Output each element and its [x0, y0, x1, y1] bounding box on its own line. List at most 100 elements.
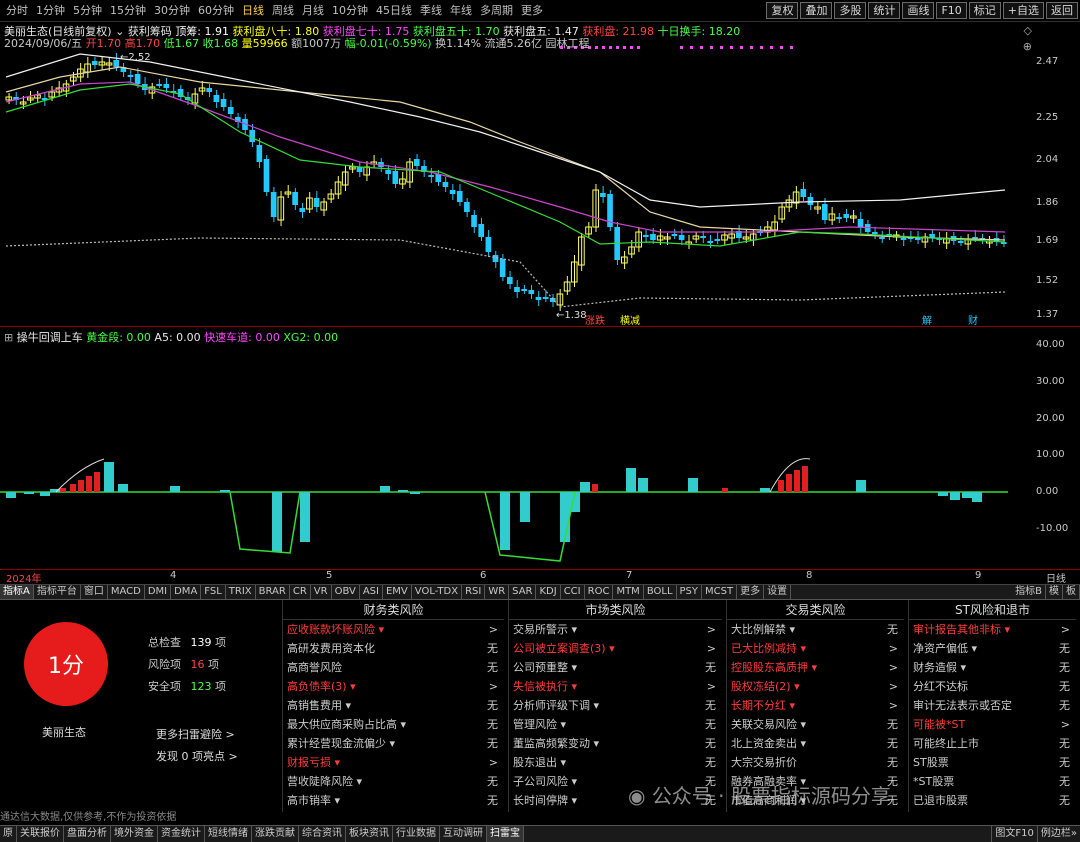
indicator-tab-9[interactable]: CR: [290, 585, 311, 599]
risk-item[interactable]: 累计经营现金流偏少 ▾ 无: [283, 734, 504, 753]
indicator-tab-right-0[interactable]: 指标B: [1012, 585, 1046, 599]
risk-item[interactable]: 大比例解禁 ▾ 无: [727, 620, 904, 639]
bottom-right-tab-0[interactable]: 图文F10: [991, 826, 1036, 842]
period-tab-14[interactable]: 更多: [517, 3, 547, 19]
event-tag[interactable]: 涨跌: [585, 314, 605, 327]
indicator-tab-20[interactable]: ROC: [585, 585, 614, 599]
tool-button-5[interactable]: F10: [936, 2, 967, 19]
bottom-tab-4[interactable]: 资金统计: [158, 826, 205, 842]
risk-item[interactable]: 净资产偏低 ▾ 无: [909, 639, 1076, 658]
indicator-tab-17[interactable]: SAR: [509, 585, 537, 599]
bottom-tab-9[interactable]: 行业数据: [393, 826, 440, 842]
risk-item[interactable]: 高负债率(3) ▾ >: [283, 677, 504, 696]
indicator-icon[interactable]: ⊞: [4, 331, 13, 344]
period-tab-7[interactable]: 周线: [268, 3, 298, 19]
indicator-tab-15[interactable]: RSI: [462, 585, 486, 599]
period-tab-9[interactable]: 10分钟: [328, 3, 372, 19]
risk-item[interactable]: 已大比例减持 ▾ >: [727, 639, 904, 658]
period-tab-0[interactable]: 分时: [2, 3, 32, 19]
highlights-link[interactable]: 发现 0 项亮点 >: [156, 748, 238, 764]
indicator-tab-6[interactable]: FSL: [201, 585, 226, 599]
risk-item[interactable]: ST股票 无: [909, 753, 1076, 772]
indicator-tab-16[interactable]: WR: [485, 585, 510, 599]
indicator-tab-right-2[interactable]: 板: [1063, 585, 1080, 599]
tool-button-0[interactable]: 复权: [766, 2, 799, 19]
risk-item[interactable]: 分红不达标 无: [909, 677, 1076, 696]
risk-item[interactable]: *ST股票 无: [909, 772, 1076, 791]
indicator-tab-24[interactable]: MCST: [702, 585, 738, 599]
kline-panel[interactable]: ←2.52 ←1.38 涨跌 横减解财 美丽生态(日线前复权) ⌄ 获利筹码 顶筹: …: [0, 22, 1080, 327]
tool-button-8[interactable]: 返回: [1046, 2, 1078, 19]
indicator-tab-25[interactable]: 更多: [737, 585, 765, 599]
bottom-tab-6[interactable]: 涨跌贡献: [252, 826, 299, 842]
period-tab-2[interactable]: 5分钟: [69, 3, 106, 19]
indicator-tab-8[interactable]: BRAR: [256, 585, 290, 599]
indicator-tab-4[interactable]: DMI: [145, 585, 172, 599]
period-tab-6[interactable]: 日线: [238, 3, 268, 19]
candlestick-chart[interactable]: ←2.52 ←1.38涨跌 横减 解 财: [0, 22, 1040, 327]
indicator-panel[interactable]: ⊞ 操牛回调上车 黄金段: 0.00 A5: 0.00 快速车道: 0.00 X…: [0, 327, 1080, 570]
bottom-tab-3[interactable]: 境外资金: [111, 826, 158, 842]
bottom-tab-1[interactable]: 关联报价: [17, 826, 64, 842]
event-tag[interactable]: 解: [922, 314, 932, 327]
risk-item[interactable]: 已退市股票 无: [909, 791, 1076, 810]
bottom-right-tab-1[interactable]: 例边栏»: [1036, 826, 1080, 842]
tool-button-2[interactable]: 多股: [834, 2, 867, 19]
indicator-tab-5[interactable]: DMA: [171, 585, 202, 599]
bottom-tab-10[interactable]: 互动调研: [440, 826, 487, 842]
risk-item[interactable]: 股东退出 ▾ 无: [509, 753, 722, 772]
indicator-tab-2[interactable]: 窗口: [81, 585, 108, 599]
period-tab-4[interactable]: 30分钟: [150, 3, 194, 19]
indicator-tab-21[interactable]: MTM: [613, 585, 644, 599]
event-tag[interactable]: 横减: [620, 314, 640, 327]
risk-item[interactable]: 可能终止上市 无: [909, 734, 1076, 753]
risk-item[interactable]: 股权冻结(2) ▾ >: [727, 677, 904, 696]
indicator-tab-23[interactable]: PSY: [677, 585, 703, 599]
risk-item[interactable]: 大宗交易折价 无: [727, 753, 904, 772]
indicator-tab-12[interactable]: ASI: [360, 585, 383, 599]
risk-item[interactable]: 高销售费用 ▾ 无: [283, 696, 504, 715]
risk-item[interactable]: 财报亏损 ▾ >: [283, 753, 504, 772]
risk-item[interactable]: 财务造假 ▾ 无: [909, 658, 1076, 677]
tool-button-3[interactable]: 统计: [868, 2, 901, 19]
more-scan-link[interactable]: 更多扫雷避险 >: [156, 726, 235, 742]
risk-item[interactable]: 控股股东高质押 ▾ >: [727, 658, 904, 677]
indicator-tab-7[interactable]: TRIX: [226, 585, 256, 599]
indicator-tab-22[interactable]: BOLL: [644, 585, 677, 599]
indicator-tab-0[interactable]: 指标A: [0, 585, 34, 599]
period-tab-13[interactable]: 多周期: [476, 3, 517, 19]
period-tab-10[interactable]: 45日线: [372, 3, 416, 19]
bottom-tab-5[interactable]: 短线情绪: [205, 826, 252, 842]
risk-item[interactable]: 失信被执行 ▾ >: [509, 677, 722, 696]
bottom-tab-11[interactable]: 扫雷宝: [487, 826, 524, 842]
bottom-tab-8[interactable]: 板块资讯: [346, 826, 393, 842]
tool-button-1[interactable]: 叠加: [800, 2, 833, 19]
period-tab-1[interactable]: 1分钟: [32, 3, 69, 19]
risk-item[interactable]: 高研发费用资本化 无: [283, 639, 504, 658]
risk-item[interactable]: 长期不分红 ▾ >: [727, 696, 904, 715]
indicator-tab-right-1[interactable]: 模: [1046, 585, 1063, 599]
risk-item[interactable]: 高商誉风险 无: [283, 658, 504, 677]
indicator-tab-19[interactable]: CCI: [561, 585, 585, 599]
risk-item[interactable]: 审计无法表示或否定 无: [909, 696, 1076, 715]
risk-item[interactable]: 应收账款坏账风险 ▾ >: [283, 620, 504, 639]
risk-item[interactable]: 分析师评级下调 ▾ 无: [509, 696, 722, 715]
indicator-chart[interactable]: [0, 327, 1040, 570]
settings-icon[interactable]: ⊕: [1023, 40, 1032, 53]
indicator-tab-26[interactable]: 设置: [764, 585, 792, 599]
period-tab-5[interactable]: 60分钟: [194, 3, 238, 19]
risk-item[interactable]: 高市销率 ▾ 无: [283, 791, 504, 810]
risk-item[interactable]: 可能被*ST >: [909, 715, 1076, 734]
bottom-tab-7[interactable]: 综合资讯: [299, 826, 346, 842]
risk-item[interactable]: 审计报告其他非标 ▾ >: [909, 620, 1076, 639]
period-tab-12[interactable]: 年线: [446, 3, 476, 19]
collapse-icon[interactable]: ◇: [1024, 24, 1032, 37]
period-tab-11[interactable]: 季线: [416, 3, 446, 19]
tool-button-4[interactable]: 画线: [902, 2, 935, 19]
event-tag[interactable]: 财: [968, 314, 978, 327]
risk-item[interactable]: 北上资金卖出 ▾ 无: [727, 734, 904, 753]
indicator-tab-1[interactable]: 指标平台: [34, 585, 81, 599]
period-tab-8[interactable]: 月线: [298, 3, 328, 19]
period-tab-3[interactable]: 15分钟: [106, 3, 150, 19]
risk-item[interactable]: 营收陡降风险 ▾ 无: [283, 772, 504, 791]
